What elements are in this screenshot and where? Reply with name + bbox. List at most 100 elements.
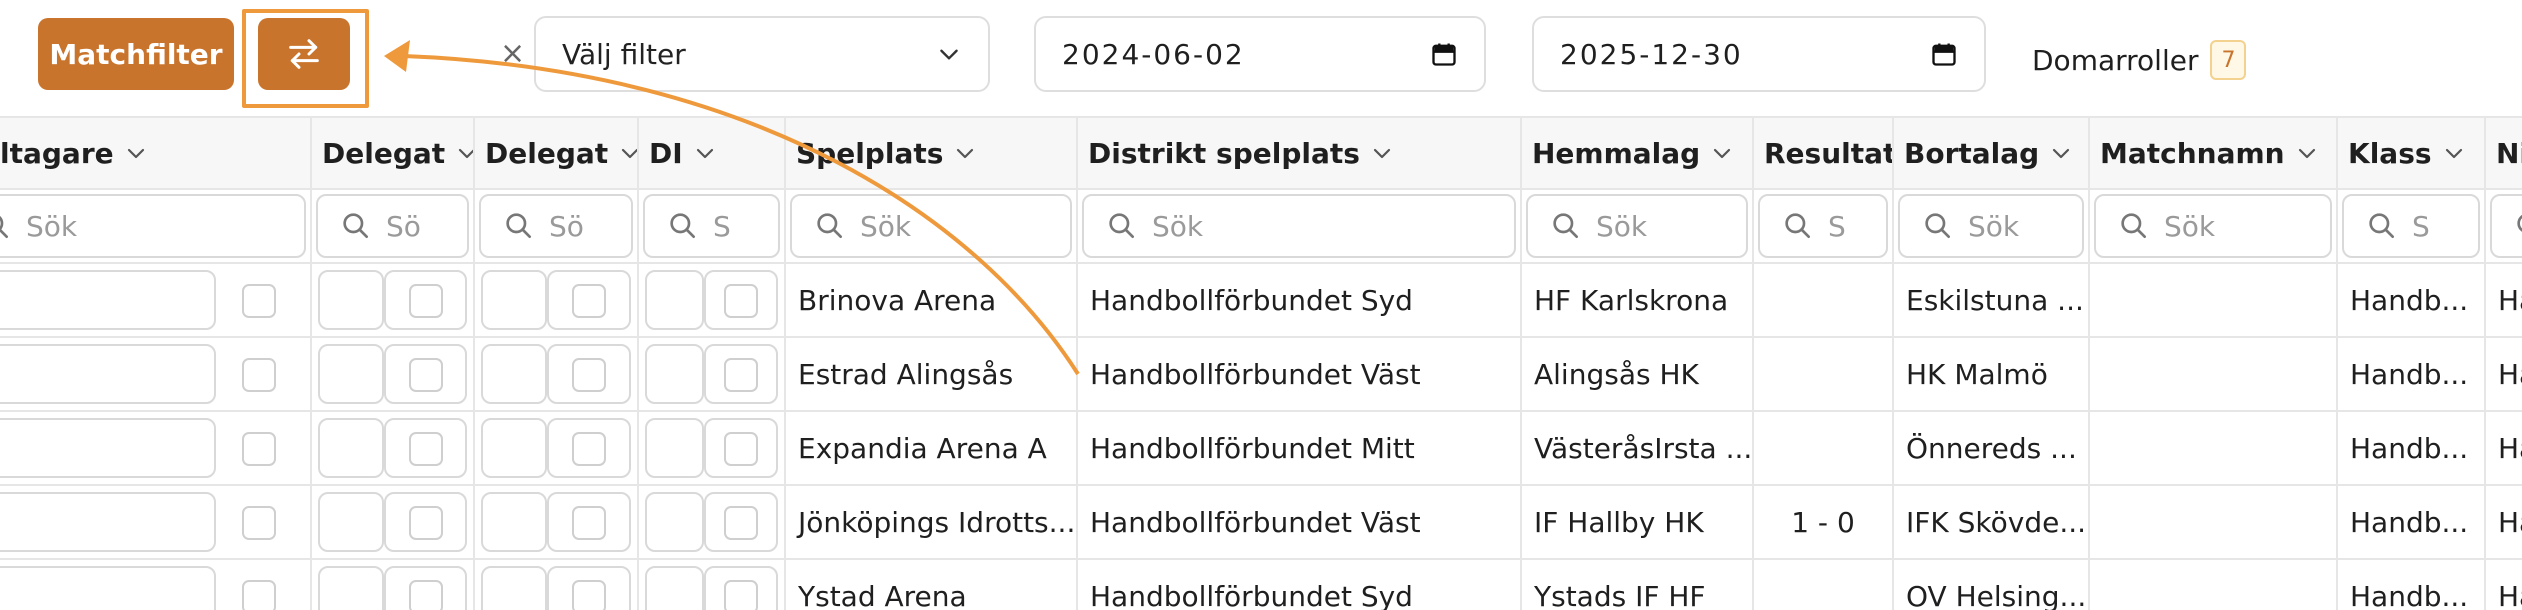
date-from-field[interactable]: 2024-06-02: [1034, 16, 1486, 92]
table-row[interactable]: Brinova Arena Handbollförbundet Syd HF Kar…: [0, 264, 2522, 338]
chevron-down-icon: [936, 18, 962, 90]
chevron-down-icon[interactable]: [693, 141, 717, 165]
chevron-down-icon[interactable]: [2049, 141, 2073, 165]
column-header-matchnamn[interactable]: Matchnamn: [2090, 118, 2338, 188]
table-cell-deltagare: [0, 560, 312, 610]
search-icon: [667, 210, 699, 242]
column-header-di[interactable]: DI: [639, 118, 786, 188]
column-search-input[interactable]: S: [643, 194, 780, 258]
column-header-spelplats[interactable]: Spelplats: [786, 118, 1078, 188]
row-checkbox[interactable]: [409, 284, 443, 318]
chevron-down-icon[interactable]: [953, 141, 977, 165]
chevron-down-icon[interactable]: [124, 141, 148, 165]
domarroller[interactable]: Domarroller 7: [2032, 40, 2247, 80]
column-header-label: Distrikt spelplats: [1088, 136, 1360, 170]
chevron-down-icon[interactable]: [2442, 141, 2466, 165]
row-checkbox[interactable]: [724, 506, 758, 540]
column-header-delegat-1[interactable]: Delegat: [312, 118, 475, 188]
row-checkbox[interactable]: [572, 284, 606, 318]
column-header-resultat[interactable]: Resultat: [1754, 118, 1894, 188]
column-header-label: Delegat: [322, 136, 446, 170]
table-row[interactable]: Estrad Alingsås Handbollförbundet Väst Ali…: [0, 338, 2522, 412]
checkbox-cell-frame: [481, 492, 547, 552]
row-checkbox[interactable]: [409, 506, 443, 540]
table-row[interactable]: Expandia Arena A Handbollförbundet Mitt Vä…: [0, 412, 2522, 486]
table-cell-spelplats: Ystad Arena: [786, 560, 1078, 610]
row-checkbox[interactable]: [572, 506, 606, 540]
row-checkbox[interactable]: [572, 358, 606, 392]
table-cell-delegat-1: [312, 264, 475, 336]
checkbox-cell-frame: [645, 492, 704, 552]
table-row[interactable]: Ystad Arena Handbollförbundet Syd Ystads I…: [0, 560, 2522, 610]
column-filter-matchnamn: Sök: [2090, 190, 2338, 262]
table-cell-klass: Handb...: [2338, 486, 2486, 558]
column-search-input[interactable]: [2490, 194, 2522, 258]
calendar-icon[interactable]: [1930, 18, 1958, 90]
column-header-deltagare[interactable]: ltagare: [0, 118, 312, 188]
cell-value: Ha: [2498, 431, 2522, 465]
row-checkbox[interactable]: [242, 358, 276, 392]
column-search-input[interactable]: Sök: [790, 194, 1072, 258]
column-header-klass[interactable]: Klass: [2338, 118, 2486, 188]
cell-value: Handb...: [2350, 283, 2469, 317]
table-cell-delegat-2: [475, 486, 639, 558]
column-search-input[interactable]: S: [1758, 194, 1888, 258]
row-checkbox[interactable]: [242, 432, 276, 466]
table-cell-di: [639, 338, 786, 410]
column-header-hemmalag[interactable]: Hemmalag: [1522, 118, 1754, 188]
row-checkbox[interactable]: [572, 580, 606, 610]
row-checkbox[interactable]: [409, 580, 443, 610]
column-header-distrikt-spelplats[interactable]: Distrikt spelplats: [1078, 118, 1522, 188]
table-cell-spelplats: Jönköpings Idrotts...: [786, 486, 1078, 558]
chevron-down-icon[interactable]: [455, 141, 473, 165]
chevron-down-icon[interactable]: [2295, 141, 2319, 165]
column-search-input[interactable]: Sö: [479, 194, 633, 258]
column-header-niva[interactable]: Niv: [2486, 118, 2522, 188]
column-filter-resultat: S: [1754, 190, 1894, 262]
filter-select[interactable]: Välj filter: [534, 16, 990, 92]
search-icon: [340, 210, 372, 242]
chevron-down-icon[interactable]: [618, 141, 637, 165]
table-cell-delegat-2: [475, 264, 639, 336]
calendar-icon[interactable]: [1430, 18, 1458, 90]
table-cell-delegat-1: [312, 560, 475, 610]
column-filter-delegat-2: Sö: [475, 190, 639, 262]
row-checkbox[interactable]: [572, 432, 606, 466]
cell-value: Expandia Arena A: [798, 431, 1047, 465]
row-checkbox[interactable]: [724, 284, 758, 318]
column-search-input[interactable]: Sök: [1526, 194, 1748, 258]
row-checkbox[interactable]: [409, 432, 443, 466]
date-to-field[interactable]: 2025-12-30: [1532, 16, 1986, 92]
chevron-down-icon[interactable]: [1710, 141, 1734, 165]
row-checkbox[interactable]: [409, 358, 443, 392]
column-search-input[interactable]: Sö: [316, 194, 469, 258]
row-checkbox[interactable]: [242, 506, 276, 540]
matchfilter-button[interactable]: Matchfilter: [38, 18, 234, 90]
table-cell-di: [639, 560, 786, 610]
checkbox-cell-frame: [318, 492, 384, 552]
clear-filter-icon[interactable]: ×: [500, 34, 525, 74]
cell-value: Ystads IF HF: [1534, 579, 1706, 610]
row-checkbox[interactable]: [242, 580, 276, 610]
column-search-input[interactable]: Sök: [1082, 194, 1516, 258]
column-search-input[interactable]: Sök: [2094, 194, 2332, 258]
column-header-label: Hemmalag: [1532, 136, 1701, 170]
row-checkbox[interactable]: [724, 580, 758, 610]
column-header-label: Klass: [2348, 136, 2432, 170]
table-row[interactable]: Jönköpings Idrotts... Handbollförbundet V…: [0, 486, 2522, 560]
row-checkbox[interactable]: [724, 432, 758, 466]
chevron-down-icon[interactable]: [1370, 141, 1394, 165]
column-search-input[interactable]: Sök: [1898, 194, 2084, 258]
column-search-input[interactable]: S: [2342, 194, 2480, 258]
column-search-input[interactable]: Sök: [0, 194, 306, 258]
column-header-bortalag[interactable]: Bortalag: [1894, 118, 2090, 188]
table-cell-niva: Ha: [2486, 486, 2522, 558]
filter-select-value: Välj filter: [562, 37, 686, 71]
swap-button[interactable]: [258, 18, 350, 90]
domarroller-label: Domarroller: [2032, 43, 2199, 77]
row-checkbox[interactable]: [724, 358, 758, 392]
row-checkbox[interactable]: [242, 284, 276, 318]
cell-value: Jönköpings Idrotts...: [798, 505, 1076, 539]
column-header-label: DI: [649, 136, 683, 170]
column-header-delegat-2[interactable]: Delegat: [475, 118, 639, 188]
